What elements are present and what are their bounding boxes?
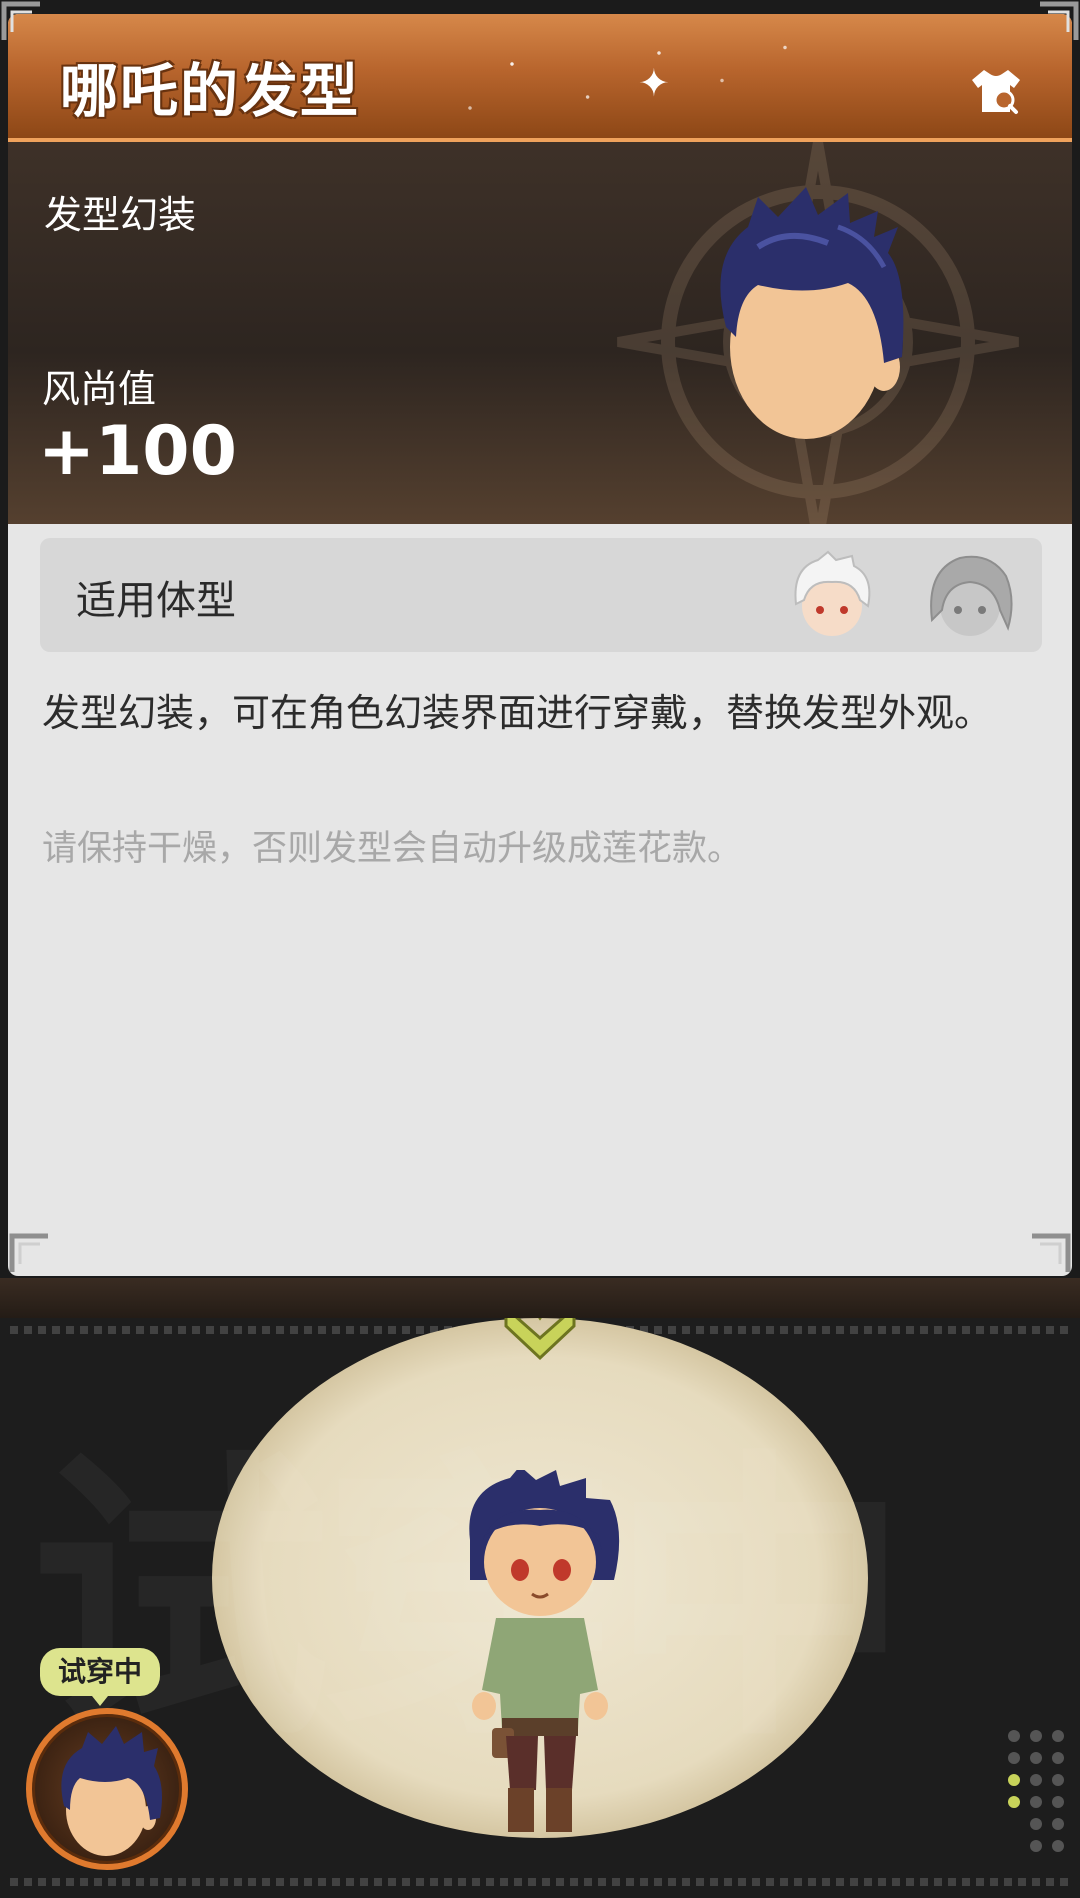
corner-ornament-icon (1032, 1233, 1071, 1272)
item-hint: 请保持干燥，否则发型会自动升级成莲花款。 (42, 829, 743, 869)
fashion-label: 风尚值 (42, 367, 157, 411)
ticker-strip (10, 1878, 1070, 1886)
item-type-label: 发型幻装 (44, 193, 197, 237)
corner-ornament-icon (9, 1233, 48, 1272)
title-bar: ✦ 哪吒的发型 (8, 14, 1072, 142)
try-on-badge: 试穿中 (40, 1648, 161, 1706)
fashion-value: +100 (38, 412, 237, 491)
gray-hair-face-icon[interactable] (920, 550, 1020, 642)
section-divider (0, 1278, 1080, 1318)
white-hair-face-icon[interactable] (782, 550, 882, 642)
item-title: 哪吒的发型 (60, 57, 361, 125)
item-description: 发型幻装，可在角色幻装界面进行穿戴，替换发型外观。 (42, 691, 993, 735)
hairstyle-slot-icon (61, 1726, 162, 1856)
item-hero: 发型幻装 风尚值 +100 (8, 142, 1072, 524)
try-on-preview: 试穿中 试穿中 (0, 1318, 1080, 1898)
chevron-down-icon[interactable] (500, 1318, 580, 1368)
body-type-label: 适用体型 (76, 578, 236, 624)
sparkle-icon: ✦ (638, 61, 670, 105)
wardrobe-search-icon[interactable] (968, 66, 1024, 116)
page-indicator-dots (1008, 1730, 1064, 1852)
character-model[interactable] (440, 1470, 640, 1840)
corner-ornament-icon (1, 1, 40, 40)
equipped-hair-slot[interactable] (26, 1708, 188, 1870)
item-detail-card: ✦ 哪吒的发型 发型幻装 风尚值 +100 适用体型 发型幻装，可在角色幻装界面… (8, 14, 1072, 1276)
body-type-panel: 适用体型 (40, 538, 1042, 652)
corner-ornament-icon (1040, 1, 1079, 40)
hairstyle-preview-icon (720, 187, 904, 439)
